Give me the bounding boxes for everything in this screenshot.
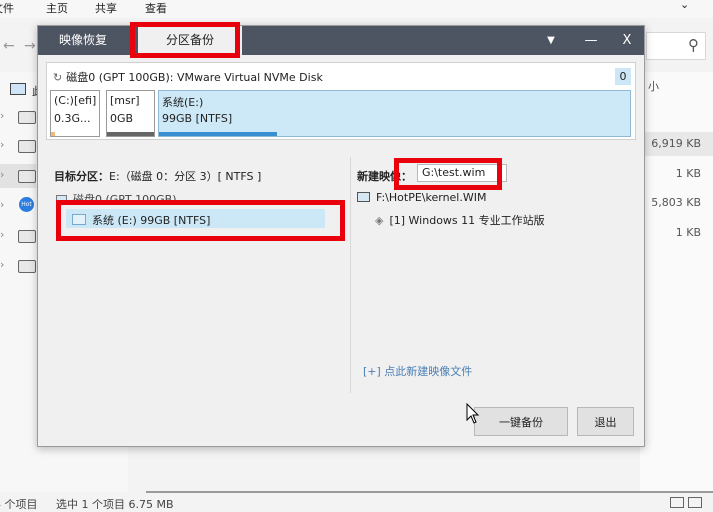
partition-usage-bar: [51, 132, 55, 136]
drive-icon: [18, 111, 36, 124]
highlight-box-backup-tab: [130, 22, 240, 58]
target-partition-heading: 目标分区：E:（磁盘 0：分区 3）[ NTFS ]: [54, 168, 261, 184]
wim-source-node[interactable]: F:\HotPE\kernel.WIM: [357, 191, 486, 204]
exit-button[interactable]: 退出: [577, 407, 634, 436]
tree-item-this-pc[interactable]: 此: [0, 76, 43, 100]
details-view-icon[interactable]: [670, 497, 684, 508]
new-image-link[interactable]: [+] 点此新建映像文件: [363, 363, 472, 379]
monitor-icon: [357, 192, 370, 202]
search-icon: ⚲: [688, 36, 699, 54]
disk-index-badge: 0: [615, 68, 631, 85]
file-size: 5,803 KB: [651, 196, 701, 209]
wim-edition-node[interactable]: ◈ [1] Windows 11 专业工作站版: [375, 212, 545, 228]
drive-icon: [18, 260, 36, 273]
disk-title: ↻ 磁盘0 (GPT 100GB): VMware Virtual NVMe Di…: [53, 69, 323, 85]
partition-block-system[interactable]: 系统(E:) 99GB [NTFS]: [158, 90, 631, 137]
file-size: 1 KB: [675, 167, 701, 180]
layers-icon: ◈: [375, 214, 384, 227]
tree-item-hotpe[interactable]: › Hot: [0, 194, 40, 218]
tab-image-restore[interactable]: 映像恢复: [38, 26, 128, 55]
computer-icon: [10, 83, 26, 95]
close-button[interactable]: X: [614, 26, 640, 55]
dropdown-icon[interactable]: ▼: [538, 26, 564, 55]
partition-size: 0.3G...: [54, 112, 91, 125]
tree-item-drive[interactable]: ›: [0, 105, 40, 129]
chevron-right-icon[interactable]: ›: [0, 258, 4, 271]
highlight-box-image-path: [394, 158, 502, 190]
ribbon-share-tab[interactable]: 共享: [95, 0, 117, 16]
partition-name: [msr]: [110, 94, 140, 107]
new-image-pane: 新建映像： G:\test.wim F:\HotPE\kernel.WIM ◈[…: [350, 157, 637, 393]
partition-block-efi[interactable]: (C:)[efi] 0.3G...: [50, 90, 100, 137]
back-arrow-icon[interactable]: ←: [3, 38, 15, 54]
partition-name: (C:)[efi]: [54, 94, 97, 107]
mouse-cursor-icon: [466, 403, 480, 424]
partition-size: 0GB: [110, 112, 134, 125]
target-partition-label: 目标分区：: [54, 170, 109, 183]
file-size: 6,919 KB: [651, 137, 701, 150]
one-click-backup-button[interactable]: 一键备份: [474, 407, 568, 436]
target-partition-value: E:（磁盘 0：分区 3）[ NTFS ]: [109, 170, 262, 183]
disk-label: 磁盘0 (GPT 100GB): VMware Virtual NVMe Dis…: [66, 71, 323, 84]
tree-item-drive-selected[interactable]: ›: [0, 164, 36, 188]
wim-source-path: F:\HotPE\kernel.WIM: [376, 191, 487, 204]
partition-block-msr[interactable]: [msr] 0GB: [106, 90, 155, 137]
ribbon-file-tab[interactable]: 文件: [0, 0, 14, 16]
status-selection: 选中 1 个项目 6.75 MB: [56, 498, 174, 511]
ribbon-home-tab[interactable]: 主页: [46, 0, 68, 16]
ribbon-view-tab[interactable]: 查看: [145, 0, 167, 16]
explorer-search-box[interactable]: ⚲: [646, 32, 706, 60]
chevron-right-icon[interactable]: ›: [0, 168, 4, 181]
partition-size: 99GB [NTFS]: [162, 112, 233, 125]
file-size: 1 KB: [675, 226, 701, 239]
tree-item-drive[interactable]: ›: [0, 134, 40, 158]
refresh-icon[interactable]: ↻: [53, 71, 62, 84]
forward-arrow-icon[interactable]: →: [24, 38, 36, 54]
partition-name: 系统(E:): [162, 96, 204, 109]
chevron-right-icon[interactable]: ›: [0, 228, 4, 241]
disk-panel: ↻ 磁盘0 (GPT 100GB): VMware Virtual NVMe Di…: [46, 62, 636, 140]
partition-usage-bar: [107, 132, 154, 136]
partition-usage-bar: [159, 132, 277, 136]
view-toggle[interactable]: [670, 497, 706, 509]
drive-icon: [18, 140, 36, 153]
dialog-titlebar: 映像恢复 分区备份 ▼ — X: [38, 26, 644, 55]
ribbon-expand-icon[interactable]: ⌄: [680, 0, 689, 11]
status-bar: 4 个项目 选中 1 个项目 6.75 MB: [0, 493, 713, 511]
hotpe-drive-icon: Hot: [19, 197, 34, 212]
drive-icon: [18, 170, 36, 183]
explorer-ribbon: 文件 主页 共享 查看 ⌄: [0, 0, 713, 18]
minimize-button[interactable]: —: [578, 26, 604, 55]
wim-edition-label: [1] Windows 11 专业工作站版: [389, 214, 545, 227]
tree-item-drive[interactable]: ›: [0, 224, 40, 248]
highlight-box-partition: [56, 200, 345, 241]
tree-item-drive[interactable]: ›: [0, 254, 40, 278]
target-partition-pane: 目标分区：E:（磁盘 0：分区 3）[ NTFS ] 磁盘0 (GPT 100G…: [46, 157, 344, 393]
status-item-count: 4 个项目: [0, 498, 38, 511]
size-column-header[interactable]: 小: [648, 78, 659, 94]
chevron-right-icon[interactable]: ›: [0, 138, 4, 151]
chevron-right-icon[interactable]: ›: [0, 109, 4, 122]
tiles-view-icon[interactable]: [688, 497, 702, 508]
drive-icon: [18, 230, 36, 243]
chevron-right-icon[interactable]: ›: [0, 198, 4, 211]
